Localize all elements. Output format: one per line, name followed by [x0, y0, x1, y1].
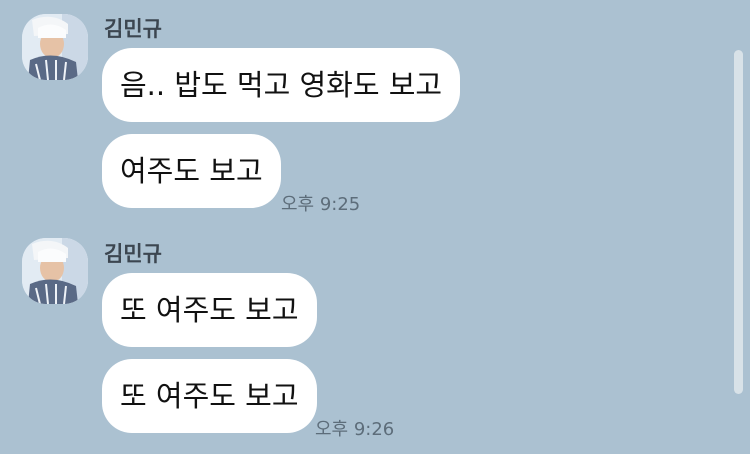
scrollbar[interactable] — [734, 50, 743, 394]
sender-name: 김민규 — [104, 17, 162, 41]
profile-photo-icon — [22, 14, 88, 80]
profile-photo-icon — [22, 238, 88, 304]
message-timestamp: 오후 9:26 — [315, 419, 395, 440]
message-bubble[interactable]: 또 여주도 보고 — [102, 273, 317, 347]
message-bubble[interactable]: 음.. 밥도 먹고 영화도 보고 — [102, 48, 461, 122]
avatar[interactable] — [22, 238, 88, 304]
message-bubble[interactable]: 또 여주도 보고 — [102, 359, 317, 433]
sender-name: 김민규 — [104, 242, 162, 266]
message-timestamp: 오후 9:25 — [281, 194, 361, 215]
avatar[interactable] — [22, 14, 88, 80]
message-bubble[interactable]: 여주도 보고 — [102, 134, 281, 208]
